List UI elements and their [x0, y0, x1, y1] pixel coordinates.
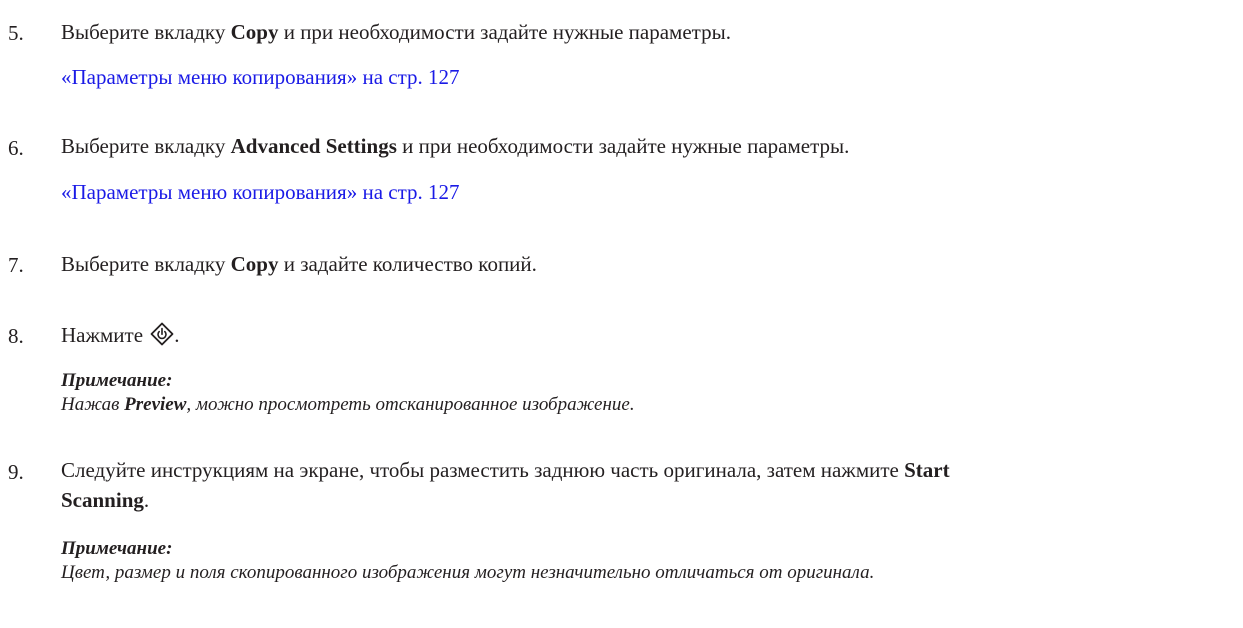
- step-text: Выберите вкладку Copy и задайте количест…: [61, 249, 537, 279]
- step-number: 5.: [8, 21, 24, 45]
- step-text-part: и при необходимости задайте нужные парам…: [396, 134, 850, 158]
- step-text-line-2: Scanning.: [61, 485, 149, 515]
- note-title: Примечание:: [61, 370, 173, 391]
- tab-name: Copy: [230, 20, 279, 44]
- step-text-part: Выберите вкладку: [61, 20, 231, 44]
- note-body: Цвет, размер и поля скопированного изобр…: [61, 562, 875, 583]
- step-text: Выберите вкладку Copy и при необходимост…: [61, 17, 731, 47]
- step-text: Выберите вкладку Advanced Settings и при…: [61, 131, 849, 161]
- step-number: 6.: [8, 136, 24, 160]
- step-number: 9.: [8, 460, 24, 484]
- tab-name: Advanced Settings: [230, 134, 397, 158]
- step-text-part: Следуйте инструкциям на экране, чтобы ра…: [61, 458, 905, 482]
- step-text-part: Нажмите: [61, 323, 149, 347]
- tab-name: Copy: [230, 252, 279, 276]
- note-text-part: Нажав: [61, 394, 125, 415]
- step-text-part: .: [174, 323, 180, 347]
- step-text: Нажмите .: [61, 320, 180, 354]
- preview-button-name: Preview: [124, 394, 187, 415]
- copy-menu-options-link[interactable]: «Параметры меню копирования» на стр. 127: [61, 178, 460, 206]
- step-text: Следуйте инструкциям на экране, чтобы ра…: [61, 455, 950, 485]
- start-scanning-button-name: Start: [904, 458, 950, 482]
- step-text-part: Выберите вкладку: [61, 252, 231, 276]
- step-text-part: и задайте количество копий.: [278, 252, 537, 276]
- step-text-part: и при необходимости задайте нужные парам…: [278, 20, 731, 44]
- step-number: 7.: [8, 253, 24, 277]
- copy-menu-options-link[interactable]: «Параметры меню копирования» на стр. 127: [61, 63, 460, 91]
- step-text-part: .: [143, 488, 150, 512]
- start-button-icon: [150, 322, 174, 354]
- note-title: Примечание:: [61, 538, 173, 559]
- step-text-part: Выберите вкладку: [61, 134, 231, 158]
- start-scanning-button-name: Scanning: [61, 488, 144, 512]
- note-text-part: , можно просмотреть отсканированное изоб…: [186, 394, 635, 415]
- step-number: 8.: [8, 324, 24, 348]
- note-body: Нажав Preview, можно просмотреть отскани…: [61, 393, 635, 417]
